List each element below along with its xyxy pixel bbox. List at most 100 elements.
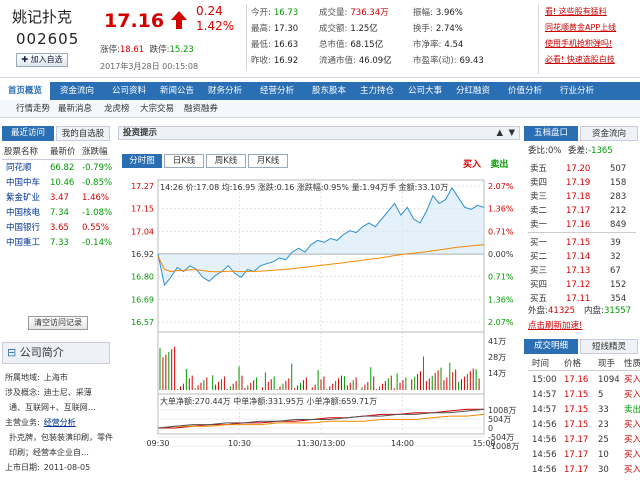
nav-item[interactable]: 新闻公告	[152, 82, 202, 100]
chart-tab[interactable]: 日K线	[164, 154, 204, 168]
quote-value: 3.96%	[435, 8, 463, 18]
nav-item[interactable]: 股东股本	[304, 82, 354, 100]
fund-flow-tick: 504万	[488, 415, 511, 424]
clear-history-button[interactable]: 清空访问记录	[28, 316, 88, 330]
nav-item[interactable]: 行业分析	[552, 82, 602, 100]
nav-item[interactable]: 公司大事	[400, 82, 450, 100]
order-level: 卖三	[530, 192, 548, 202]
company-info-line: 主营业务: 经营分析	[5, 417, 76, 428]
table-row[interactable]: 同花顺 66.82 -0.79%	[2, 161, 112, 176]
stock-name-cell[interactable]: 中国重工	[6, 236, 40, 251]
nav-item[interactable]: 经营分析	[252, 82, 302, 100]
chart-area: 投资提示 ▲ ▼ 分时图 日K线 周K线 月K线 买入 卖出 17.27 2.07% 17…	[118, 126, 520, 482]
stock-name-cell[interactable]: 中国核电	[6, 206, 40, 221]
company-profile: ⊟ 公司简介 所属地域: 上海市 涉及概念: 迪士尼、采薄 通、互联网+、互联网… 主营业…	[2, 342, 113, 482]
nav-item[interactable]: 主力持仓	[352, 82, 402, 100]
nav-item[interactable]: 财务分析	[200, 82, 250, 100]
column-header: 股票名称	[4, 147, 39, 157]
stock-price-cell: 7.34	[50, 208, 69, 218]
scroll-down-icon[interactable]: ▼	[508, 127, 515, 139]
quote-value: 69.43	[459, 56, 484, 66]
company-info-value: 迪士尼、采薄	[43, 388, 92, 397]
company-info-value: 上海市	[43, 373, 68, 382]
limit-up-value: 18.61	[119, 45, 145, 55]
nav-item[interactable]: 价值分析	[500, 82, 550, 100]
y-tick-left: 16.69	[131, 295, 154, 304]
table-row[interactable]: 中国核电 7.34 -1.08%	[2, 206, 113, 221]
order-volume: 67	[610, 266, 621, 276]
company-info-value[interactable]: 经营分析	[44, 418, 76, 427]
order-book-divider	[528, 232, 636, 233]
quote-value: 46.09亿	[358, 56, 392, 66]
table-row[interactable]: 紫金矿业 3.47 1.46%	[2, 191, 110, 206]
subnav-item[interactable]: 最新消息	[58, 100, 92, 118]
nav-item[interactable]: 公司资料	[104, 82, 154, 100]
y-tick-left: 17.15	[131, 205, 154, 214]
intraday-chart[interactable]: 17.27 2.07% 17.15 1.36% 17.04 0.71% 16.92 0.00%…	[118, 168, 520, 482]
quote-item: 成交量: 736.34万	[319, 6, 389, 18]
company-info-line: 通、互联网+、互联网…	[5, 402, 96, 413]
subnav-item[interactable]: 大宗交易	[140, 100, 174, 118]
stock-name-cell[interactable]: 中国中车	[6, 176, 40, 191]
y-tick-left: 16.80	[131, 273, 154, 282]
detail-header: 时间	[532, 359, 550, 369]
stock-pct-cell: 0.55%	[82, 223, 110, 233]
table-row[interactable]: 中国中车 10.46 -0.85%	[2, 176, 112, 191]
sub-nav: 行情走势 最新消息 龙虎榜 大宗交易 融资融券	[0, 100, 640, 118]
order-price: 17.12	[566, 280, 591, 290]
tab-short-line[interactable]: 短线精灵	[580, 339, 638, 354]
table-row[interactable]: 中国重工 7.33 -0.14%	[2, 236, 113, 251]
detail-volume: 33	[598, 405, 609, 415]
company-info-value: 2011-08-05	[43, 463, 91, 472]
y-tick-left: 16.57	[131, 318, 154, 327]
promo-link[interactable]: 使用手机抢积弹吗!	[545, 36, 638, 52]
refresh-link[interactable]: 点击刷新加速!	[528, 319, 640, 333]
tab-recent-visits[interactable]: 最近访问	[2, 126, 54, 141]
current-price: 17.16	[104, 10, 165, 32]
outer-label: 外盘:	[528, 306, 548, 316]
stock-name-cell[interactable]: 中国银行	[6, 221, 40, 236]
tab-trade-detail[interactable]: 成交明细	[524, 339, 578, 354]
promo-link[interactable]: 必看! 快速选股白技	[545, 52, 638, 68]
chart-tab[interactable]: 周K线	[206, 154, 246, 168]
order-ratio-value: 0%	[548, 146, 562, 156]
detail-row: 14:56 17.17 10 买入	[528, 448, 640, 462]
stock-name-cell[interactable]: 紫金矿业	[6, 191, 40, 206]
outer-inner-row: 外盘: 41325 内盘: 31557	[528, 304, 640, 318]
order-price: 17.18	[566, 192, 591, 202]
nav-item[interactable]: 资金流向	[52, 82, 102, 100]
stock-name-cell[interactable]: 同花顺	[6, 161, 32, 176]
chart-tab[interactable]: 分时图	[122, 154, 162, 168]
table-row[interactable]: 中国银行 3.65 0.55%	[2, 221, 110, 236]
subnav-item[interactable]: 行情走势	[16, 100, 50, 118]
scroll-up-icon[interactable]: ▲	[496, 127, 503, 139]
stock-price-cell: 3.47	[50, 193, 69, 203]
nav-item[interactable]: 分红融资	[448, 82, 498, 100]
tab-fund-flow[interactable]: 资金流向	[580, 126, 638, 141]
subnav-item[interactable]: 融资融券	[184, 100, 218, 118]
quote-label: 成交量:	[319, 8, 348, 18]
main-nav: 首页概览 资金流向 公司资料 新闻公告 财务分析 经营分析 股东股本 主力持仓 公司大事 分红融资…	[0, 82, 640, 100]
chart-info: 14:26 价:17.08 均:16.95 涨跌:0.16 涨跌幅:0.95% …	[160, 182, 448, 192]
promo-links: 看! 这些股有猛料 同花顺黄金APP上线 使用手机抢积弹吗! 必看! 快速选股白技	[538, 4, 638, 74]
chart-tab[interactable]: 月K线	[248, 154, 288, 168]
quote-label: 今开:	[251, 8, 271, 18]
collapse-icon[interactable]: ⊟	[7, 346, 20, 359]
tab-my-watchlist[interactable]: 我的自选股	[56, 126, 110, 141]
quote-value: 736.34万	[350, 8, 389, 18]
y-tick-left: 16.92	[131, 250, 154, 259]
limit-down-value: 15.23	[169, 45, 194, 55]
subnav-item[interactable]: 龙虎榜	[104, 100, 130, 118]
order-volume: 212	[610, 206, 627, 216]
detail-price: 17.16	[564, 375, 589, 385]
add-watchlist-button[interactable]: ✚ 加入自选	[16, 53, 68, 67]
stock-pct-cell: -1.08%	[82, 208, 113, 218]
order-book-row: 卖二 17.17 212	[528, 204, 640, 218]
company-info-label: 所属地域:	[5, 373, 40, 382]
promo-link[interactable]: 同花顺黄金APP上线	[545, 20, 638, 36]
promo-link[interactable]: 看! 这些股有猛料	[545, 4, 638, 20]
nav-item[interactable]: 首页概览	[0, 82, 50, 100]
tab-order-book[interactable]: 五档盘口	[524, 126, 578, 141]
stock-pct-cell: -0.14%	[82, 238, 113, 248]
outer-value: 41325	[548, 306, 576, 316]
